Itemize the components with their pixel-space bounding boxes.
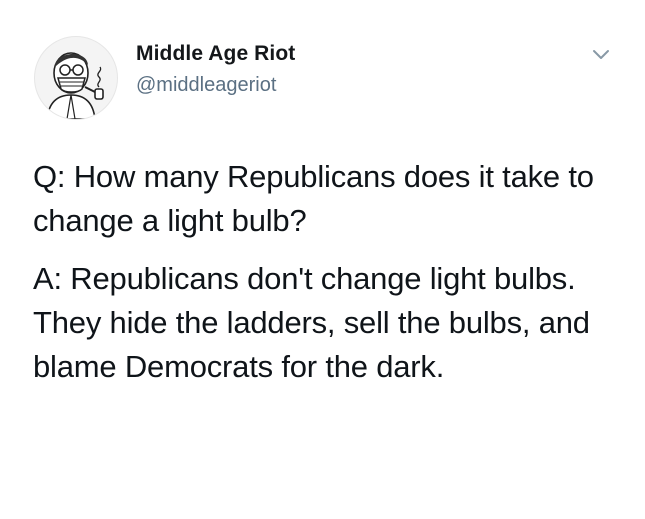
tweet-card: Middle Age Riot @middleageriot Q: How ma… bbox=[0, 0, 645, 519]
author-handle[interactable]: @middleageriot bbox=[136, 74, 276, 97]
tweet-question: Q: How many Republicans does it take to … bbox=[33, 159, 594, 238]
author-avatar[interactable] bbox=[34, 36, 118, 120]
tweet-text: Q: How many Republicans does it take to … bbox=[33, 155, 623, 389]
tweet-menu-button[interactable] bbox=[589, 42, 613, 66]
tweet-answer: A: Republicans don't change light bulbs.… bbox=[33, 261, 590, 384]
chevron-down-icon bbox=[593, 50, 609, 59]
author-display-name[interactable]: Middle Age Riot bbox=[136, 42, 295, 66]
masked-man-avatar-icon bbox=[46, 52, 104, 119]
